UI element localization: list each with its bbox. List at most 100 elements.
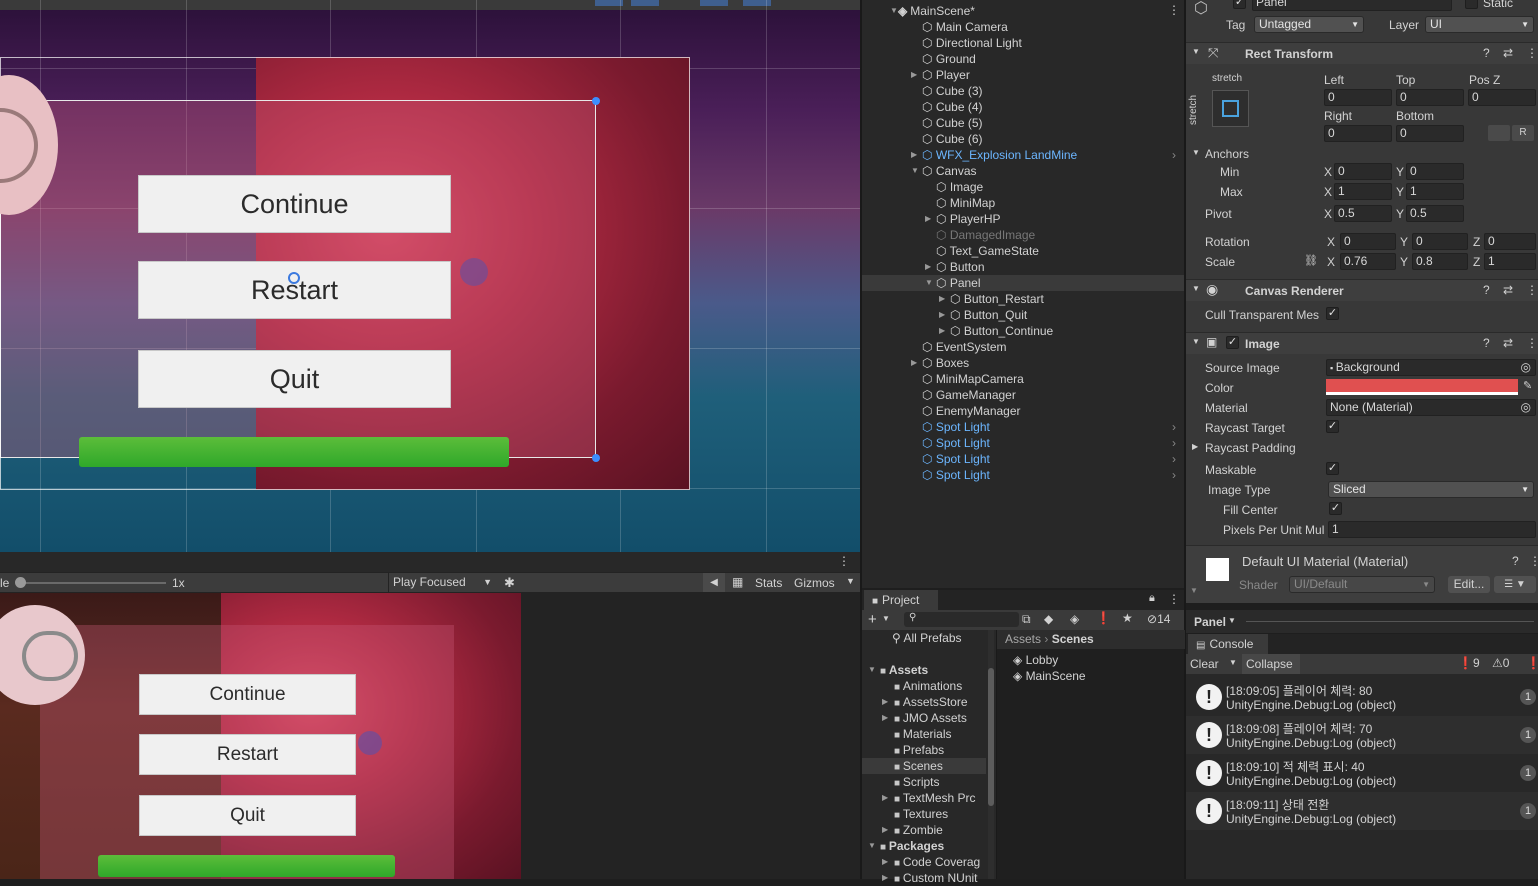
project-tree-item[interactable]: ■ Prefabs	[862, 742, 986, 758]
fill-center-checkbox[interactable]: ✓	[1329, 502, 1342, 515]
hierarchy-item[interactable]: ⬡ Text_GameState	[862, 243, 1184, 259]
stats-button[interactable]: Stats	[755, 576, 782, 590]
lock-icon[interactable]: 🔒︎	[1149, 592, 1155, 605]
hierarchy-item[interactable]: ▶ ⬡ Player	[862, 67, 1184, 83]
project-tree-item[interactable]: ▶ ■ AssetsStore	[862, 694, 986, 710]
chevron-right-icon[interactable]: ▶	[939, 307, 945, 323]
static-checkbox[interactable]	[1465, 0, 1478, 9]
chevron-right-icon[interactable]: ▶	[911, 355, 917, 371]
preview-title[interactable]: Panel	[1194, 615, 1226, 629]
rect-handle[interactable]	[592, 454, 600, 462]
breadcrumb-assets[interactable]: Assets	[1005, 632, 1041, 646]
hierarchy-item[interactable]: ⬡ Spot Light ›	[862, 467, 1184, 483]
raw-edit-button[interactable]: R	[1512, 125, 1534, 141]
project-tree-item[interactable]: ▶ ■ Code Coverag	[862, 854, 986, 870]
project-tab[interactable]: ■ Project	[864, 590, 938, 610]
layer-dropdown[interactable]: UI ▼	[1425, 16, 1534, 33]
help-icon[interactable]: ?	[1483, 46, 1490, 60]
chevron-right-icon[interactable]: ▶	[882, 694, 888, 710]
shader-options-button[interactable]: ☰ ▼	[1494, 576, 1536, 593]
more-icon[interactable]: ⋮	[1526, 46, 1538, 60]
hierarchy-item[interactable]: ⬡ Spot Light ›	[862, 435, 1184, 451]
project-tree-item[interactable]: ■ Textures	[862, 806, 986, 822]
hierarchy-item[interactable]: ⬡ GameManager	[862, 387, 1184, 403]
left-field[interactable]: 0	[1324, 89, 1392, 106]
project-tree-item[interactable]: ■ Animations	[862, 678, 986, 694]
raycast-padding-label[interactable]: Raycast Padding	[1205, 441, 1296, 455]
posz-field[interactable]: 0	[1468, 89, 1536, 106]
pivot-y[interactable]: 0.5	[1406, 205, 1464, 222]
hierarchy-item[interactable]: ⬡ Image	[862, 179, 1184, 195]
info-icon[interactable]: ❗	[1526, 656, 1538, 670]
scene-restart-button[interactable]: Restart	[138, 261, 451, 319]
project-tree-item[interactable]: ▶ ■ TextMesh Prc	[862, 790, 986, 806]
favorite-icon[interactable]: ★	[1122, 611, 1133, 625]
chevron-right-icon[interactable]: ▶	[911, 67, 917, 83]
gizmos-button[interactable]: Gizmos	[794, 576, 835, 590]
hierarchy-item[interactable]: ⬡ Directional Light	[862, 35, 1184, 51]
clear-button[interactable]: Clear	[1190, 657, 1219, 671]
console-entry[interactable]: ! [18:09:08] 플레이어 체력: 70 UnityEngine.Debug…	[1186, 716, 1538, 754]
rect-handle[interactable]	[592, 97, 600, 105]
more-icon[interactable]: ⋮	[1526, 336, 1538, 350]
label-filter-icon[interactable]: ◈	[1070, 612, 1079, 626]
hierarchy-item[interactable]: ⬡ Cube (6)	[862, 131, 1184, 147]
game-view[interactable]: Continue Restart Quit	[0, 593, 521, 879]
cull-checkbox[interactable]: ✓	[1326, 307, 1339, 320]
chevron-down-icon[interactable]: ▼	[1229, 658, 1237, 667]
help-icon[interactable]: ?	[1512, 554, 1519, 568]
filter-icon[interactable]: ⧉	[1022, 612, 1031, 627]
project-tree-item[interactable]: ▼ ■ Assets	[862, 662, 986, 678]
chevron-right-icon[interactable]: ▶	[882, 790, 888, 806]
hierarchy-item[interactable]: ⬡ Cube (5)	[862, 115, 1184, 131]
rotation-x[interactable]: 0	[1340, 233, 1396, 250]
console-entry[interactable]: ! [18:09:11] 상태 전환 UnityEngine.Debug:Log (…	[1186, 792, 1538, 830]
toolbar-tool[interactable]	[700, 0, 728, 6]
hierarchy-item[interactable]: ▼ ⬡ Panel	[862, 275, 1184, 291]
material-field[interactable]: None (Material) ◎	[1326, 399, 1536, 416]
hierarchy-item[interactable]: ⬡ Spot Light ›	[862, 451, 1184, 467]
right-field[interactable]: 0	[1324, 125, 1392, 142]
game-restart-button[interactable]: Restart	[139, 734, 356, 775]
hierarchy-item[interactable]: ⬡ Cube (4)	[862, 99, 1184, 115]
chevron-down-icon[interactable]: ▼	[911, 163, 919, 179]
canvas-renderer-header[interactable]: ▼ ◉ Canvas Renderer ? ⇄ ⋮	[1186, 279, 1538, 301]
color-swatch[interactable]	[1326, 379, 1518, 395]
settings-icon[interactable]: ⇄	[1503, 336, 1513, 350]
object-name-field[interactable]: Panel	[1252, 0, 1452, 11]
anchors-label[interactable]: Anchors	[1205, 147, 1249, 161]
tag-dropdown[interactable]: Untagged ▼	[1254, 16, 1364, 33]
hierarchy-item[interactable]: ⬡ Main Camera	[862, 19, 1184, 35]
scale-z[interactable]: 1	[1484, 253, 1536, 270]
object-picker-icon[interactable]: ◎	[1521, 400, 1531, 415]
hierarchy-item[interactable]: ▶ ⬡ Button_Continue	[862, 323, 1184, 339]
anchor-presets-button[interactable]	[1212, 90, 1249, 127]
hierarchy-item[interactable]: ⬡ MiniMap	[862, 195, 1184, 211]
image-type-dropdown[interactable]: Sliced ▼	[1328, 481, 1534, 498]
project-tree-item[interactable]: ▼ ■ Packages	[862, 838, 986, 854]
scrollbar-thumb[interactable]	[988, 668, 994, 806]
chevron-right-icon[interactable]: ▶	[882, 822, 888, 838]
hierarchy-item[interactable]: ⬡ EnemyManager	[862, 403, 1184, 419]
chevron-down-icon[interactable]: ▼	[868, 838, 876, 854]
project-search-input[interactable]: ⚲	[904, 612, 1019, 627]
help-icon[interactable]: ?	[1483, 283, 1490, 297]
pivot-x[interactable]: 0.5	[1334, 205, 1392, 222]
hierarchy-item[interactable]: ▶ ⬡ PlayerHP	[862, 211, 1184, 227]
scene-continue-button[interactable]: Continue	[138, 175, 451, 233]
console-tab[interactable]: ▤ Console	[1188, 634, 1268, 654]
warning-filter-icon[interactable]: ❗	[1096, 611, 1111, 625]
chevron-right-icon[interactable]: ▶	[882, 870, 888, 886]
add-icon[interactable]: +	[868, 611, 877, 628]
chevron-right-icon[interactable]: ▶	[925, 259, 931, 275]
project-tree-item[interactable]: ■ Scenes	[862, 758, 986, 774]
collapse-toggle[interactable]: Collapse	[1242, 654, 1300, 674]
scale-x[interactable]: 0.76	[1340, 253, 1396, 270]
blueprint-button[interactable]	[1488, 125, 1510, 141]
chevron-right-icon[interactable]: ▶	[925, 211, 931, 227]
open-prefab-icon[interactable]: ›	[1172, 467, 1176, 483]
project-file-item[interactable]: ◈ Lobby	[1013, 652, 1058, 668]
project-tree-item[interactable]: ▶ ■ Custom NUnit	[862, 870, 986, 886]
image-enabled-checkbox[interactable]: ✓	[1226, 336, 1239, 349]
stats-grid-icon[interactable]: ▦	[732, 575, 743, 589]
